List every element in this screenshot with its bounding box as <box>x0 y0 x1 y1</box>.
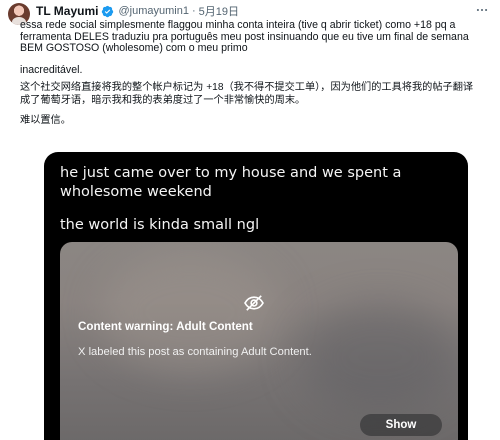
tweet-header: TL Mayumi @jumayumin1 · 5月19日 <box>36 3 239 19</box>
post-date[interactable]: 5月19日 <box>199 3 239 19</box>
media-text-line1: he just came over to my house and we spe… <box>60 165 402 200</box>
tweet-text-portuguese: essa rede social simplesmente flaggou mi… <box>20 19 469 55</box>
show-button[interactable]: Show <box>360 414 442 436</box>
tweet-text: essa rede social simplesmente flaggou mi… <box>20 19 480 128</box>
tweet-text-chinese-2: 难以置信。 <box>20 115 71 127</box>
header-separator: · <box>191 5 196 17</box>
content-warning-title: Content warning: Adult Content <box>78 320 253 333</box>
media-text: he just came over to my house and we spe… <box>60 164 460 235</box>
content-warning-overlay: Content warning: Adult Content X labeled… <box>60 242 458 440</box>
author-handle[interactable]: @jumayumin1 <box>118 5 188 17</box>
content-warning-description: X labeled this post as containing Adult … <box>78 346 312 358</box>
author-name[interactable]: TL Mayumi <box>36 4 98 18</box>
blurred-content <box>300 302 458 412</box>
tweet-text-portuguese-2: inacreditável. <box>20 63 83 76</box>
media-text-line2: the world is kinda small ngl <box>60 217 260 233</box>
verified-badge-icon <box>102 5 114 17</box>
eye-slash-icon <box>244 295 264 311</box>
media-card[interactable]: he just came over to my house and we spe… <box>44 152 468 440</box>
more-options-icon <box>476 8 488 12</box>
tweet-text-chinese: 这个社交网络直接将我的整个帐户标记为 +18（我不得不提交工单），因为他们的工具… <box>20 82 474 106</box>
more-options-button[interactable] <box>472 2 492 18</box>
